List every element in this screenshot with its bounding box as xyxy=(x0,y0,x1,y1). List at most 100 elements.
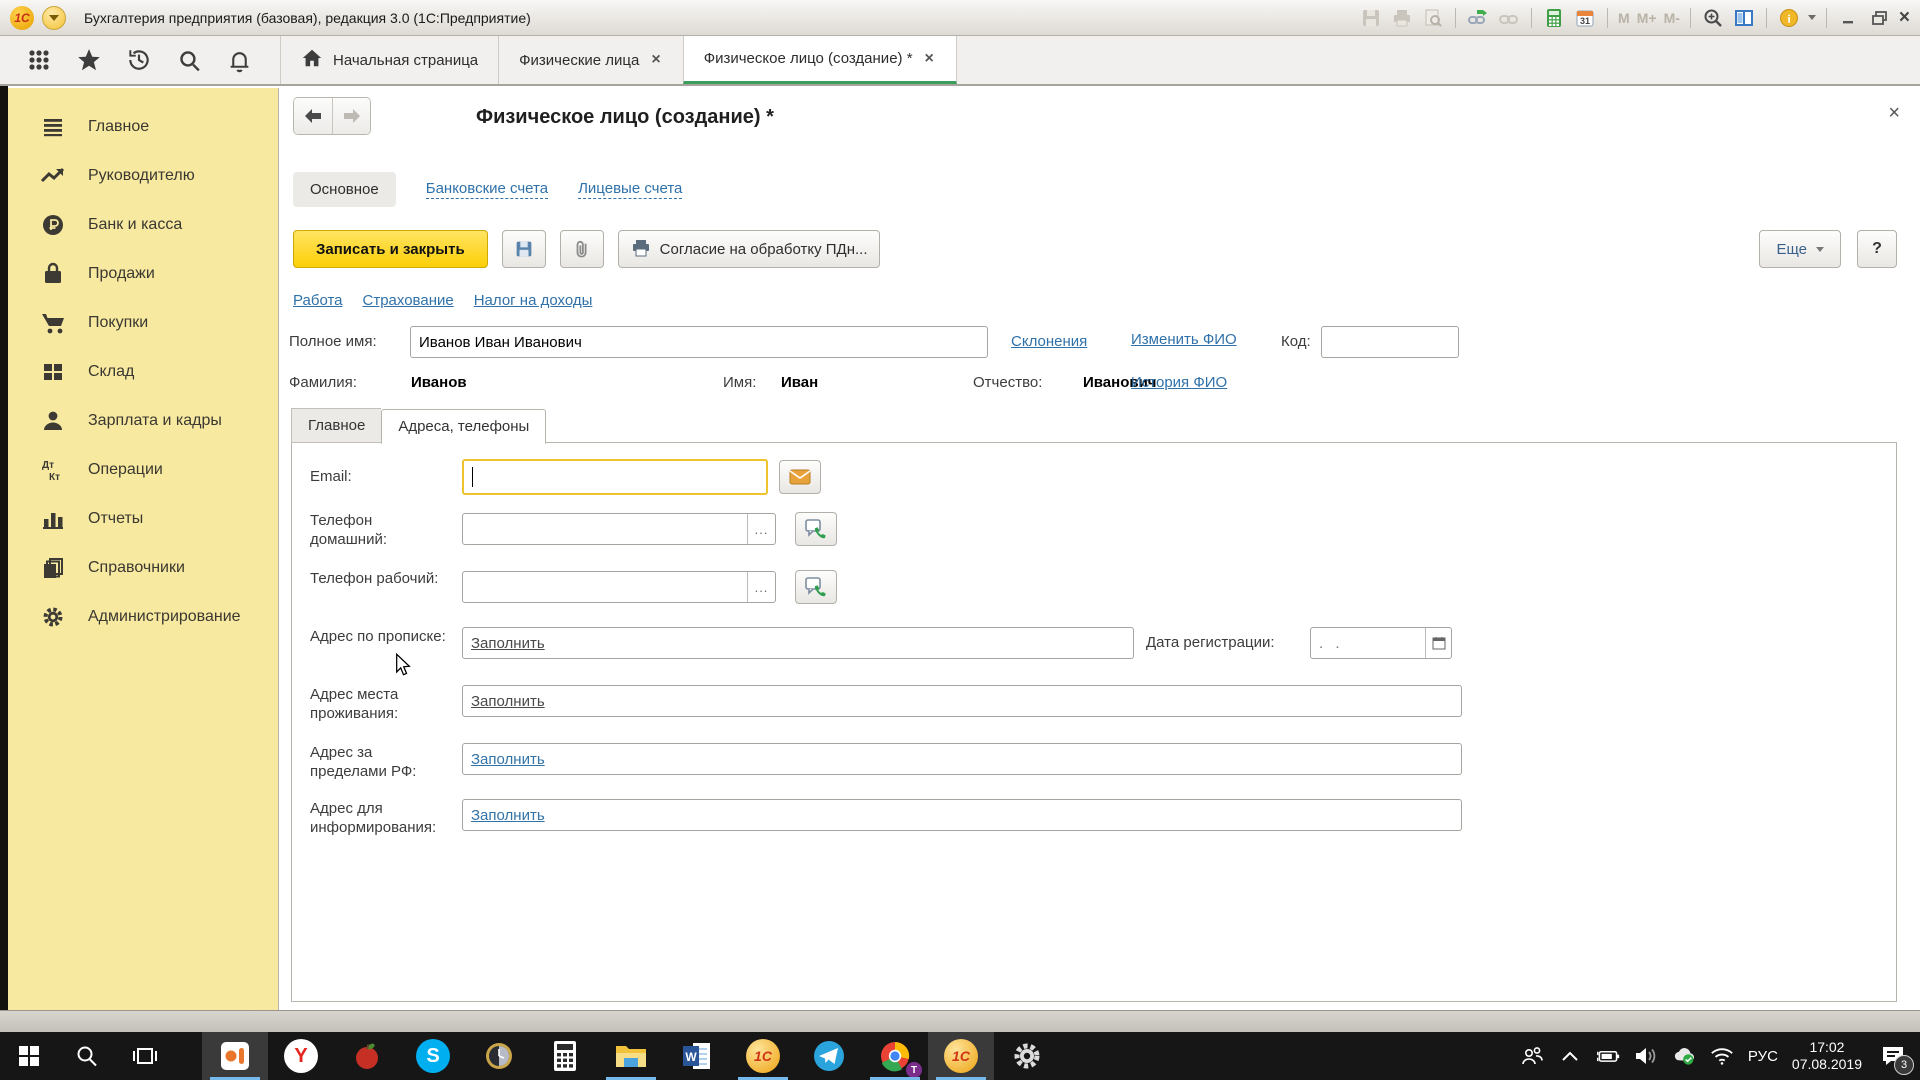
calendar-picker-button[interactable] xyxy=(1425,628,1451,658)
info-icon[interactable]: i xyxy=(1777,7,1801,29)
income-tax-link[interactable]: Налог на доходы xyxy=(474,292,593,309)
sidebar-item-pokupki[interactable]: Покупки xyxy=(8,298,278,347)
calendar-icon[interactable]: 31 xyxy=(1573,7,1597,29)
tab-fizicheskoe-lico-sozdanie[interactable]: Физическое лицо (создание) * × xyxy=(683,36,957,84)
sidebar-item-prodazhi[interactable]: Продажи xyxy=(8,249,278,298)
battery-icon[interactable] xyxy=(1596,1044,1620,1068)
action-center-button[interactable]: 3 xyxy=(1876,1039,1910,1073)
save-and-close-button[interactable]: Записать и закрыть xyxy=(293,230,488,268)
send-email-button[interactable] xyxy=(779,460,821,494)
app-word-icon[interactable]: W xyxy=(664,1032,730,1080)
phone-home-input[interactable]: ... xyxy=(462,513,776,545)
volume-icon[interactable] xyxy=(1634,1044,1658,1068)
nav-bank-accounts-link[interactable]: Банковские счета xyxy=(426,180,548,199)
language-indicator[interactable]: РУС xyxy=(1748,1048,1778,1065)
registration-date-input[interactable]: . . xyxy=(1310,627,1452,659)
work-link[interactable]: Работа xyxy=(293,292,343,309)
app-telegram-icon[interactable] xyxy=(796,1032,862,1080)
restore-button[interactable] xyxy=(1868,7,1892,29)
save-button[interactable] xyxy=(502,230,546,268)
address-registration-input[interactable]: Заполнить xyxy=(462,627,1134,659)
people-icon[interactable] xyxy=(1520,1044,1544,1068)
app-notes-icon[interactable] xyxy=(202,1032,268,1080)
fill-address-link[interactable]: Заполнить xyxy=(471,635,545,652)
sidebar-item-sklad[interactable]: Склад xyxy=(8,347,278,396)
zoom-icon[interactable] xyxy=(1701,7,1725,29)
memory-m-button[interactable]: M xyxy=(1618,10,1630,26)
go-to-link-icon[interactable] xyxy=(1466,7,1490,29)
task-view-button[interactable] xyxy=(116,1032,174,1080)
app-calculator-icon[interactable] xyxy=(532,1032,598,1080)
get-link-icon[interactable] xyxy=(1497,7,1521,29)
app-yandex-browser-icon[interactable]: Y xyxy=(268,1032,334,1080)
fio-history-link[interactable]: История ФИО xyxy=(1131,374,1227,391)
sidebar-item-otchety[interactable]: Отчеты xyxy=(8,494,278,543)
split-window-icon[interactable] xyxy=(1732,7,1756,29)
fill-address-link[interactable]: Заполнить xyxy=(471,807,545,824)
chevron-down-icon[interactable] xyxy=(1808,15,1816,20)
clock[interactable]: 17:02 07.08.2019 xyxy=(1792,1039,1862,1073)
help-button[interactable]: ? xyxy=(1857,230,1897,268)
sidebar-item-bank-i-kassa[interactable]: Банк и касса xyxy=(8,200,278,249)
print-icon[interactable] xyxy=(1390,7,1414,29)
consent-pdn-button[interactable]: Согласие на обработку ПДн... xyxy=(618,230,881,268)
taskbar-search-button[interactable] xyxy=(58,1032,116,1080)
app-clock-icon[interactable] xyxy=(466,1032,532,1080)
close-window-button[interactable]: × xyxy=(1899,8,1910,27)
nav-personal-accounts-link[interactable]: Лицевые счета xyxy=(578,180,682,199)
app-file-explorer-icon[interactable] xyxy=(598,1032,664,1080)
close-tab-icon[interactable]: × xyxy=(649,51,662,69)
close-tab-icon[interactable]: × xyxy=(923,50,936,68)
subtab-main[interactable]: Главное xyxy=(291,408,381,443)
phone-work-input[interactable]: ... xyxy=(462,571,776,603)
app-one-c-icon[interactable]: 1С xyxy=(730,1032,796,1080)
full-name-input[interactable]: Иванов Иван Иванович xyxy=(410,326,988,358)
close-form-button[interactable]: × xyxy=(1888,102,1900,125)
memory-m-minus-button[interactable]: M- xyxy=(1664,10,1680,26)
email-input[interactable] xyxy=(462,459,768,495)
choose-phone-button[interactable]: ... xyxy=(747,514,775,544)
main-menu-button[interactable] xyxy=(42,6,66,30)
code-input[interactable] xyxy=(1321,326,1459,358)
address-abroad-input[interactable]: Заполнить xyxy=(462,743,1462,775)
send-sms-button[interactable] xyxy=(795,570,837,604)
subtab-addresses[interactable]: Адреса, телефоны xyxy=(381,409,546,444)
history-icon[interactable] xyxy=(126,47,152,73)
minimize-button[interactable] xyxy=(1837,7,1861,29)
sidebar-item-zarplata-i-kadry[interactable]: Зарплата и кадры xyxy=(8,396,278,445)
print-preview-icon[interactable] xyxy=(1421,7,1445,29)
app-settings-gear-icon[interactable] xyxy=(994,1032,1060,1080)
save-icon[interactable] xyxy=(1359,7,1383,29)
sidebar-item-glavnoe[interactable]: Главное xyxy=(8,102,278,151)
forward-button[interactable] xyxy=(332,98,370,134)
tray-expand-chevron-icon[interactable] xyxy=(1558,1044,1582,1068)
app-chrome-icon[interactable]: T xyxy=(862,1032,928,1080)
fill-address-link[interactable]: Заполнить xyxy=(471,751,545,768)
tab-home[interactable]: Начальная страница xyxy=(280,36,498,84)
notifications-bell-icon[interactable] xyxy=(226,47,252,73)
fill-address-link[interactable]: Заполнить xyxy=(471,693,545,710)
cloud-sync-icon[interactable] xyxy=(1672,1044,1696,1068)
sidebar-item-rukovoditelyu[interactable]: Руководителю xyxy=(8,151,278,200)
nav-main[interactable]: Основное xyxy=(293,172,396,207)
calculator-icon[interactable] xyxy=(1542,7,1566,29)
choose-phone-button[interactable]: ... xyxy=(747,572,775,602)
wifi-icon[interactable] xyxy=(1710,1044,1734,1068)
favorites-star-icon[interactable] xyxy=(76,47,102,73)
tools-grid-icon[interactable] xyxy=(26,47,52,73)
sidebar-item-operacii[interactable]: ДтКт Операции xyxy=(8,445,278,494)
app-skype-icon[interactable]: S xyxy=(400,1032,466,1080)
start-button[interactable] xyxy=(0,1032,58,1080)
back-button[interactable] xyxy=(294,98,332,134)
address-informing-input[interactable]: Заполнить xyxy=(462,799,1462,831)
address-residence-input[interactable]: Заполнить xyxy=(462,685,1462,717)
more-button[interactable]: Еще xyxy=(1759,230,1841,268)
change-fio-link[interactable]: Изменить ФИО xyxy=(1131,331,1237,348)
send-sms-button[interactable] xyxy=(795,512,837,546)
sidebar-item-spravochniki[interactable]: Справочники xyxy=(8,543,278,592)
tab-fizicheskie-lica[interactable]: Физические лица × xyxy=(498,36,683,84)
memory-m-plus-button[interactable]: M+ xyxy=(1637,10,1657,26)
insurance-link[interactable]: Страхование xyxy=(363,292,454,309)
app-one-c-active-icon[interactable]: 1С xyxy=(928,1032,994,1080)
declensions-link[interactable]: Склонения xyxy=(1011,333,1087,350)
